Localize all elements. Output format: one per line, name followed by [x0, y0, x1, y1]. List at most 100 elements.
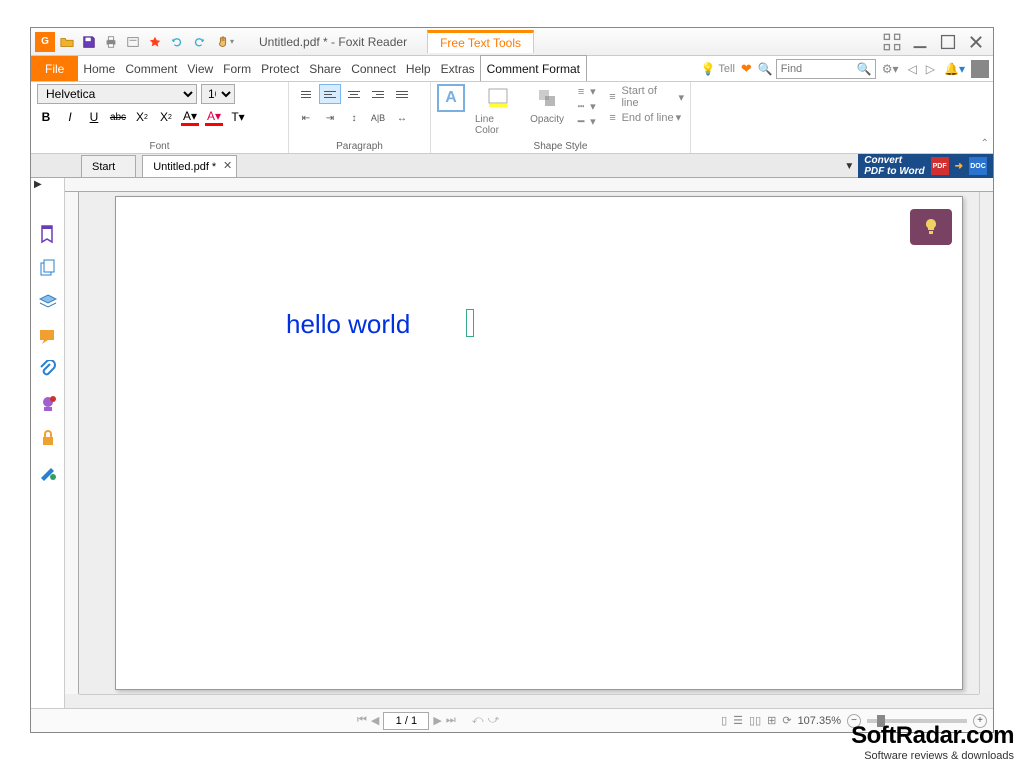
print-icon[interactable]: [101, 32, 121, 52]
document-text[interactable]: hello world: [286, 309, 410, 340]
menu-comment-format[interactable]: Comment Format: [480, 55, 587, 81]
menu-connect[interactable]: Connect: [346, 56, 401, 81]
status-bar: ⏮ ◀ ▶ ⏭ ⤺ ⤻ ▯ ☰ ▯▯ ⊞ ⟳ 107.35% − +: [31, 708, 993, 732]
nav-next-icon[interactable]: ▷: [923, 62, 938, 76]
text-direction-button[interactable]: T▾: [229, 108, 247, 126]
find-go-icon[interactable]: 🔍: [857, 62, 872, 76]
opacity-button[interactable]: Opacity: [530, 84, 564, 136]
pages-icon[interactable]: [38, 258, 58, 278]
dash-style-button[interactable]: ┅▾: [574, 100, 596, 113]
nav-prev-icon[interactable]: ◁: [905, 62, 920, 76]
menu-form[interactable]: Form: [218, 56, 256, 81]
file-menu[interactable]: File: [31, 56, 78, 81]
text-box-style-button[interactable]: A: [437, 84, 465, 136]
menu-bar: File Home Comment View Form Protect Shar…: [31, 56, 993, 82]
subscript-button[interactable]: X2: [157, 108, 175, 126]
view-rotate-icon[interactable]: ⟳: [782, 714, 791, 727]
scrollbar-horizontal[interactable]: [79, 694, 979, 708]
bell-icon[interactable]: 🔔▾: [941, 62, 968, 76]
signature-icon[interactable]: [38, 462, 58, 482]
align-center-button[interactable]: [343, 84, 365, 104]
menu-home[interactable]: Home: [78, 56, 120, 81]
menu-share[interactable]: Share: [304, 56, 346, 81]
settings-icon[interactable]: ⚙▾: [879, 62, 902, 76]
search-toggle-icon[interactable]: 🔍: [758, 62, 773, 76]
attachments-icon[interactable]: [38, 360, 58, 380]
align-justify-button[interactable]: [391, 84, 413, 104]
workspace: ▶ hello world: [31, 178, 993, 708]
font-color-button[interactable]: A▾: [181, 108, 199, 126]
view-single-icon[interactable]: ▯: [721, 714, 727, 727]
app-logo-icon[interactable]: G: [35, 32, 55, 52]
tell-me[interactable]: Tell: [718, 63, 735, 75]
highlight-button[interactable]: A▾: [205, 108, 223, 126]
panel-expand-icon[interactable]: ▶: [34, 179, 42, 190]
bulb-icon[interactable]: 💡: [700, 62, 715, 76]
menu-protect[interactable]: Protect: [256, 56, 304, 81]
view-continuous-icon[interactable]: ☰: [733, 714, 743, 727]
save-icon[interactable]: [79, 32, 99, 52]
char-spacing-button[interactable]: A|B: [367, 108, 389, 128]
align-right-button[interactable]: [367, 84, 389, 104]
start-line-button[interactable]: ≡Start of line ▾: [606, 85, 684, 109]
bullet-list-button[interactable]: [295, 84, 317, 104]
hand-tool-icon[interactable]: ▾: [211, 32, 239, 52]
redo-icon[interactable]: [189, 32, 209, 52]
menu-view[interactable]: View: [182, 56, 218, 81]
minimize-icon[interactable]: [911, 35, 929, 49]
shape-group-label: Shape Style: [431, 141, 690, 152]
maximize-icon[interactable]: [939, 35, 957, 49]
first-page-icon[interactable]: ⏮: [357, 714, 367, 727]
page-input[interactable]: [383, 712, 429, 730]
ribbon-collapse-icon[interactable]: [883, 35, 901, 49]
tab-start[interactable]: Start: [81, 155, 136, 177]
bookmarks-icon[interactable]: [38, 224, 58, 244]
end-line-button[interactable]: ≡End of line ▾: [606, 111, 684, 124]
nav-fwd-icon[interactable]: ⤻: [488, 714, 500, 727]
user-icon[interactable]: [971, 60, 989, 78]
stamps-icon[interactable]: [38, 394, 58, 414]
security-icon[interactable]: [38, 428, 58, 448]
strikethrough-button[interactable]: abc: [109, 108, 127, 126]
prev-page-icon[interactable]: ◀: [371, 714, 379, 727]
line-spacing-button[interactable]: ↕: [343, 108, 365, 128]
undo-icon[interactable]: [167, 32, 187, 52]
next-page-icon[interactable]: ▶: [433, 714, 441, 727]
font-size-select[interactable]: 16: [201, 84, 235, 104]
scrollbar-vertical[interactable]: [979, 192, 993, 694]
scan-icon[interactable]: [123, 32, 143, 52]
font-family-select[interactable]: Helvetica: [37, 84, 197, 104]
view-cont-facing-icon[interactable]: ⊞: [767, 714, 776, 727]
align-left-button[interactable]: [319, 84, 341, 104]
text-scale-button[interactable]: ↔: [391, 108, 413, 128]
line-color-button[interactable]: Line Color: [475, 84, 520, 136]
pdf-page[interactable]: hello world: [115, 196, 963, 690]
underline-button[interactable]: U: [85, 108, 103, 126]
tip-bulb-icon[interactable]: [910, 209, 952, 245]
last-page-icon[interactable]: ⏭: [446, 714, 456, 727]
layers-icon[interactable]: [38, 292, 58, 312]
line-weight-button[interactable]: ━▾: [574, 115, 596, 128]
decrease-indent-button[interactable]: ⇤: [295, 108, 317, 128]
tab-document[interactable]: Untitled.pdf * ✕: [142, 155, 237, 177]
bold-button[interactable]: B: [37, 108, 55, 126]
close-icon[interactable]: [967, 35, 985, 49]
view-facing-icon[interactable]: ▯▯: [749, 714, 761, 727]
italic-button[interactable]: I: [61, 108, 79, 126]
comments-icon[interactable]: [38, 326, 58, 346]
ribbon-collapse-chevron-icon[interactable]: ⌃: [981, 138, 989, 149]
heart-icon[interactable]: ❤: [738, 61, 755, 77]
open-icon[interactable]: [57, 32, 77, 52]
menu-help[interactable]: Help: [401, 56, 436, 81]
increase-indent-button[interactable]: ⇥: [319, 108, 341, 128]
tab-menu-icon[interactable]: ▼: [840, 161, 858, 172]
context-tab[interactable]: Free Text Tools: [427, 30, 534, 53]
nav-back-icon[interactable]: ⤺: [472, 714, 484, 727]
convert-ad-banner[interactable]: ConvertPDF to Word PDF ➜ DOC: [858, 154, 993, 178]
menu-comment[interactable]: Comment: [120, 56, 182, 81]
line-style-button[interactable]: ≡▾: [574, 85, 596, 98]
menu-extras[interactable]: Extras: [436, 56, 480, 81]
superscript-button[interactable]: X2: [133, 108, 151, 126]
star-icon[interactable]: [145, 32, 165, 52]
tab-close-icon[interactable]: ✕: [223, 159, 232, 172]
